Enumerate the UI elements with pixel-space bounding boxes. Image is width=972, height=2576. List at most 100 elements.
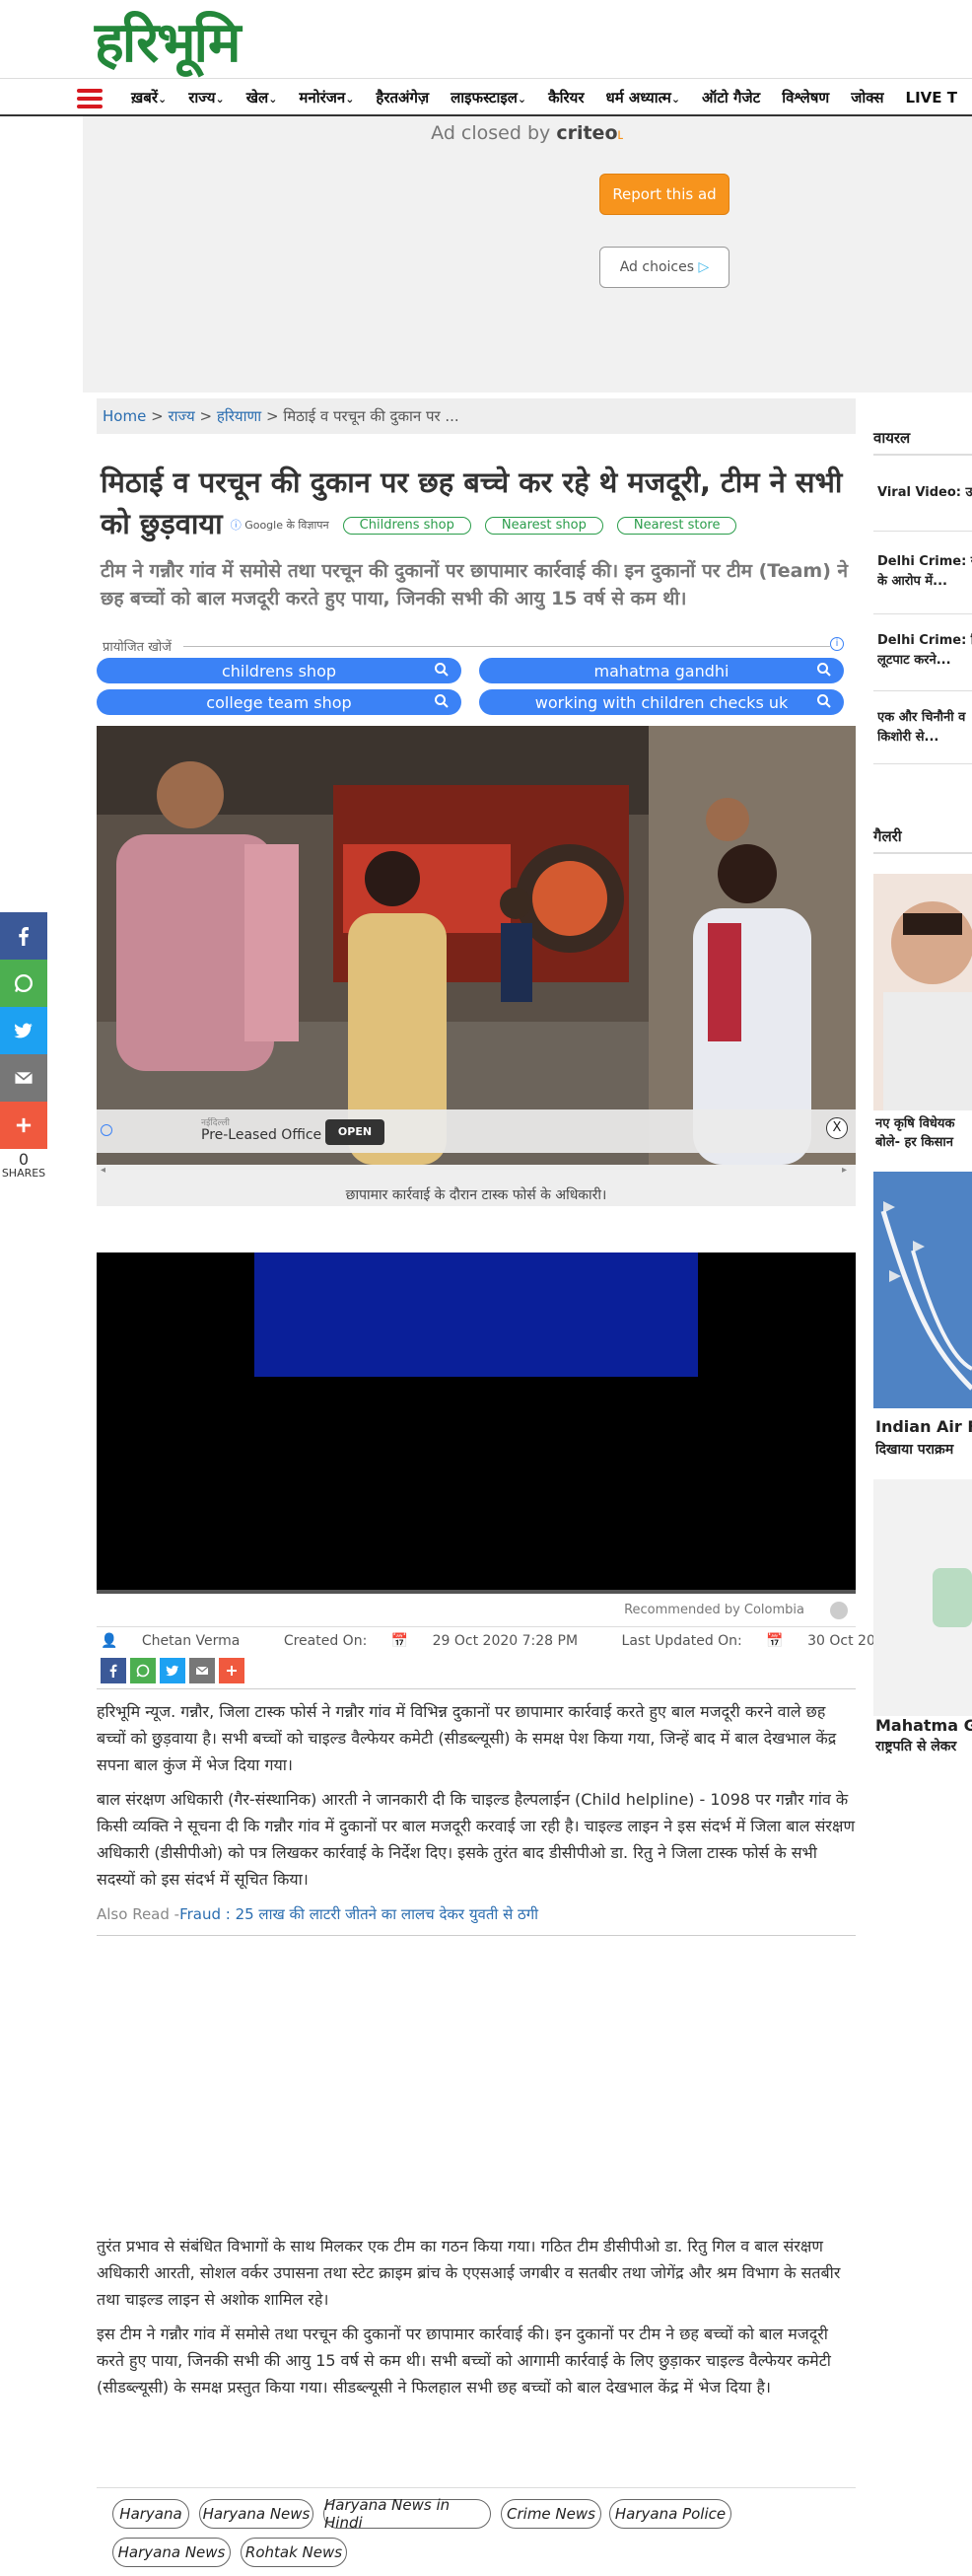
close-icon[interactable]: X [826,1117,848,1139]
chip-nearest-store[interactable]: Nearest store [616,517,737,535]
sponsored-search-1[interactable]: childrens shop [97,658,461,683]
search-icon [435,694,449,708]
calendar-icon: 📅 [390,1633,409,1649]
info-icon: ⓘ [230,519,242,532]
chevron-left-icon[interactable]: ◂ [101,1165,105,1176]
plus-icon [227,1666,237,1676]
nav-item-sports[interactable]: खेल⌄ [236,88,289,107]
viral-divider [873,763,972,764]
viral-item-2[interactable]: Delhi Crime: रो के आरोप में... [877,552,972,592]
sponsored-searches-label: प्रायोजित खोजें [103,640,172,655]
nav-item-states[interactable]: राज्य⌄ [177,88,236,107]
breadcrumb-haryana[interactable]: हरियाणा [217,407,261,425]
google-ads-label[interactable]: ⓘ Google के विज्ञापन [231,505,329,546]
article-paragraph-1: हरिभूमि न्यूज. गन्नौर, जिला टास्क फोर्स … [97,1702,837,1774]
twitter-icon [166,1665,178,1677]
tag-rohtak-news[interactable]: Rohtak News [241,2538,347,2567]
hamburger-menu-icon[interactable] [77,89,103,108]
video-frame [254,1252,698,1377]
viral-heading: वायरल [873,428,972,456]
viral-item-3[interactable]: Delhi Crime: दि लूटपाट करने... [877,631,972,671]
nav-item-news[interactable]: ख़बरें⌄ [120,88,177,107]
site-logo[interactable]: हरिभूमि [95,14,242,71]
search-icon [435,663,449,677]
breadcrumb: Home > राज्य > हरियाणा > मिठाई व परचून क… [97,398,856,434]
chip-nearest-shop[interactable]: Nearest shop [484,517,603,535]
breadcrumb-home[interactable]: Home [103,407,146,425]
gallery-title-3[interactable]: Mahatma Ganराष्ट्रपति से लेकर [875,1716,972,1756]
nav-item-jokes[interactable]: जोक्स [840,88,894,107]
gallery-image-1[interactable] [873,874,972,1110]
breadcrumb-state[interactable]: राज्य [168,407,194,425]
colombia-logo-icon [830,1602,848,1619]
whatsapp-share-button[interactable] [0,960,47,1007]
email-share-button[interactable] [0,1054,47,1102]
twitter-share-button[interactable] [0,1007,47,1054]
floating-share-bar [0,912,47,1149]
breadcrumb-current: मिठाई व परचून की दुकान पर ... [283,407,459,425]
facebook-icon [109,1664,117,1678]
tag-crime-news[interactable]: Crime News [501,2499,601,2529]
whatsapp-share-button[interactable] [130,1658,156,1683]
nav-item-lifestyle[interactable]: लाइफस्टाइल⌄ [440,88,537,107]
created-on: Created On: 📅 29 Oct 2020 7:28 PM [283,1633,579,1649]
also-read-link[interactable]: Fraud : 25 लाख की लाटरी जीतने का लालच दे… [179,1905,538,1923]
nav-item-amazing[interactable]: हैरतअंगेज़ [365,88,440,107]
gallery-image-3[interactable] [873,1479,972,1716]
twitter-share-button[interactable] [160,1658,185,1683]
sponsored-search-3[interactable]: college team shop [97,689,461,715]
info-icon[interactable] [101,1124,112,1136]
report-ad-button[interactable]: Report this ad [599,174,729,215]
user-icon: 👤 [101,1633,118,1649]
image-ad-strip[interactable]: नईदिल्ली Pre-Leased Office OPEN X [97,1109,856,1153]
calendar-icon: 📅 [766,1633,784,1649]
recommended-by-colombia[interactable]: Recommended by Colombia [97,1594,856,1627]
plus-icon [16,1117,32,1133]
gallery-heading: गैलरी [873,826,972,854]
more-share-button[interactable] [0,1102,47,1149]
nav-item-analysis[interactable]: विश्लेषण [771,88,840,107]
article-summary: टीम ने गन्नौर गांव में समोसे तथा परचून क… [101,560,849,609]
more-share-button[interactable] [219,1658,244,1683]
author[interactable]: 👤 Chetan Verma [101,1633,259,1649]
tag-haryana-police[interactable]: Haryana Police [609,2499,731,2529]
email-share-button[interactable] [189,1658,215,1683]
share-count-label: SHARES [1,1167,46,1180]
whatsapp-icon [136,1664,150,1678]
chip-childrens-shop[interactable]: Childrens shop [342,517,471,535]
facebook-share-button[interactable] [0,912,47,960]
ad-choices-button[interactable]: Ad choices ▷ [599,247,729,288]
info-icon[interactable]: i [830,637,844,651]
gallery-image-2[interactable] [873,1172,972,1408]
nav-item-career[interactable]: कैरियर [537,88,594,107]
tag-haryana-news[interactable]: Haryana News [199,2499,313,2529]
tag-haryana-news-hindi[interactable]: Haryana News in Hindi [323,2496,491,2532]
nav-item-auto-gadget[interactable]: ऑटो गैजेट [691,88,771,107]
gallery-title-2[interactable]: Indian Air Foदिखाया पराक्रम [875,1416,972,1461]
gallery-title-1[interactable]: नए कृषि विधेयक बोले- हर किसान [875,1114,972,1152]
inline-share-buttons [101,1658,244,1683]
sponsored-search-4[interactable]: working with children checks uk [479,689,844,715]
article-meta: 👤 Chetan Verma Created On: 📅 29 Oct 2020… [101,1629,963,1653]
facebook-share-button[interactable] [101,1658,126,1683]
main-nav: ख़बरें⌄ राज्य⌄ खेल⌄ मनोरंजन⌄ हैरतअंगेज़ … [120,79,968,116]
image-ad-open-button[interactable]: OPEN [325,1119,384,1145]
search-icon [817,663,831,677]
whatsapp-icon [15,974,33,992]
viral-item-1[interactable]: Viral Video: उस [877,483,972,503]
article-title: मिठाई व परचून की दुकान पर छह बच्चे कर रह… [101,462,850,546]
tag-haryana-news-2[interactable]: Haryana News [112,2538,231,2567]
facebook-icon [19,927,29,946]
nav-item-entertainment[interactable]: मनोरंजन⌄ [288,88,365,107]
nav-item-religion[interactable]: धर्म अध्यात्म⌄ [595,88,692,107]
viral-divider [873,531,972,532]
viral-item-4[interactable]: एक और चिनौनी व किशोरी से... [877,708,972,748]
email-icon [14,1071,34,1084]
chevron-right-icon[interactable]: ▸ [842,1165,847,1176]
viral-divider [873,613,972,614]
nav-item-live[interactable]: LIVE T [895,89,968,107]
sponsored-search-2[interactable]: mahatma gandhi [479,658,844,683]
image-caption: छापामार कार्रवाई के दौरान टास्क फोर्स के… [97,1165,856,1206]
sponsored-divider [183,646,830,647]
tag-haryana[interactable]: Haryana [112,2499,189,2529]
